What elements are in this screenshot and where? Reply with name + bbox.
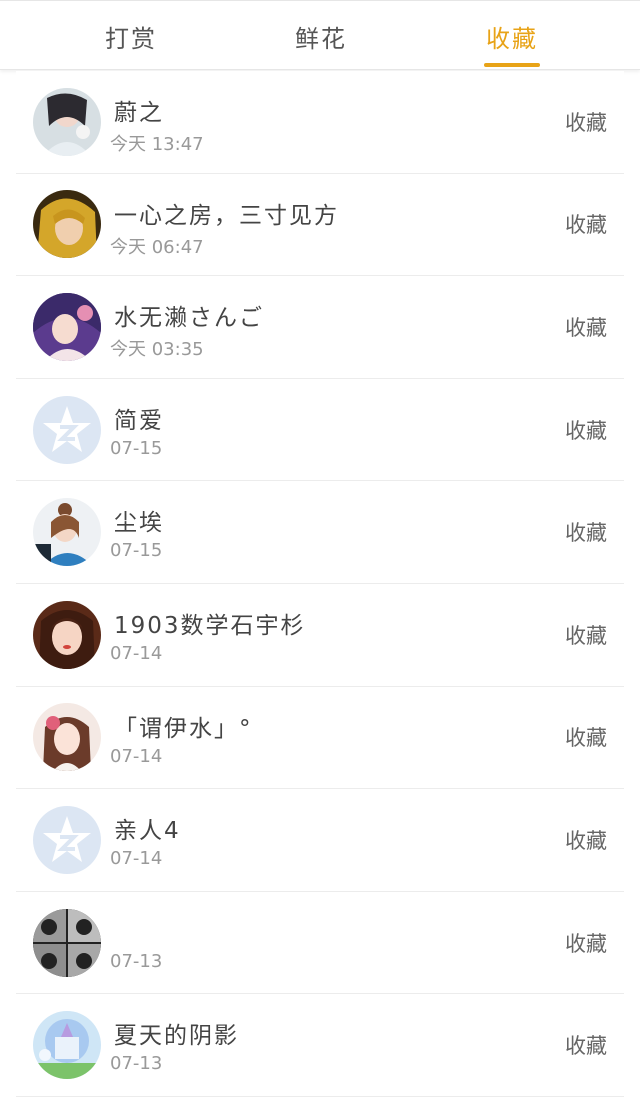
avatar[interactable] — [33, 1011, 101, 1080]
user-name: 1903数学石宇杉 — [114, 612, 306, 639]
user-name: 水无濑さんご — [114, 305, 264, 332]
avatar[interactable] — [33, 190, 101, 259]
favorite-label[interactable]: 收藏 — [565, 928, 607, 958]
tab-favorites[interactable]: 收藏 — [452, 1, 572, 71]
avatar[interactable] — [33, 805, 101, 874]
timestamp: 今天 03:35 — [110, 339, 204, 361]
favorite-label[interactable]: 收藏 — [565, 209, 607, 239]
list-item[interactable]: 1903数学石宇杉 07-14 收藏 — [16, 583, 624, 687]
favorite-label[interactable]: 收藏 — [565, 312, 607, 342]
favorite-label[interactable]: 收藏 — [565, 1030, 607, 1060]
timestamp: 07-15 — [110, 437, 163, 459]
favorite-label[interactable]: 收藏 — [565, 722, 607, 752]
avatar[interactable] — [33, 908, 101, 977]
user-name: 尘埃 — [114, 510, 164, 537]
timestamp: 07-13 — [110, 950, 163, 972]
timestamp: 07-14 — [110, 848, 163, 870]
favorite-label[interactable]: 收藏 — [565, 825, 607, 855]
tab-tips[interactable]: 打赏 — [71, 1, 191, 71]
favorite-label[interactable]: 收藏 — [565, 415, 607, 445]
default-star-icon — [33, 805, 101, 874]
timestamp: 07-15 — [110, 540, 163, 562]
user-name: 蔚之 — [114, 100, 164, 126]
favorite-label[interactable]: 收藏 — [565, 107, 607, 137]
avatar[interactable] — [33, 600, 101, 669]
user-name: 夏天的阴影 — [114, 1023, 239, 1050]
avatar[interactable] — [33, 395, 101, 464]
timestamp: 今天 06:47 — [110, 236, 204, 258]
list-item[interactable]: 简爱 07-15 收藏 — [16, 378, 624, 482]
tab-flowers[interactable]: 鲜花 — [261, 1, 381, 71]
timestamp: 今天 13:47 — [110, 134, 204, 155]
user-name: 「谓伊水」° — [114, 715, 253, 742]
avatar[interactable] — [33, 703, 101, 772]
tab-bar: 打赏 鲜花 收藏 — [0, 0, 640, 70]
avatar[interactable] — [33, 87, 101, 156]
user-name: 简爱 — [114, 407, 164, 434]
active-tab-indicator — [484, 63, 540, 67]
avatar[interactable] — [33, 292, 101, 361]
list-item[interactable]: 蔚之 今天 13:47 收藏 — [16, 71, 624, 174]
list-item[interactable]: 「谓伊水」° 07-14 收藏 — [16, 686, 624, 790]
user-name: 一心之房，三寸见方 — [114, 202, 339, 229]
user-name: 亲人4 — [114, 818, 181, 845]
favorite-label[interactable]: 收藏 — [565, 517, 607, 547]
list-item[interactable]: 亲人4 07-14 收藏 — [16, 789, 624, 892]
timestamp: 07-14 — [110, 642, 163, 664]
list-item[interactable]: 水无濑さんご 今天 03:35 收藏 — [16, 276, 624, 379]
list-item[interactable]: 07-13 收藏 — [16, 891, 624, 995]
list-item[interactable]: 尘埃 07-15 收藏 — [16, 481, 624, 584]
favorite-label[interactable]: 收藏 — [565, 620, 607, 650]
list-item[interactable]: 一心之房，三寸见方 今天 06:47 收藏 — [16, 173, 624, 277]
timestamp: 07-14 — [110, 745, 163, 767]
favorites-list: 蔚之 今天 13:47 收藏 一心之房，三寸见方 今天 06:47 收藏 水无濑… — [16, 71, 624, 1097]
default-star-icon — [33, 395, 101, 464]
list-item[interactable]: 夏天的阴影 07-13 收藏 — [16, 994, 624, 1097]
avatar[interactable] — [33, 498, 101, 567]
timestamp: 07-13 — [110, 1053, 163, 1075]
